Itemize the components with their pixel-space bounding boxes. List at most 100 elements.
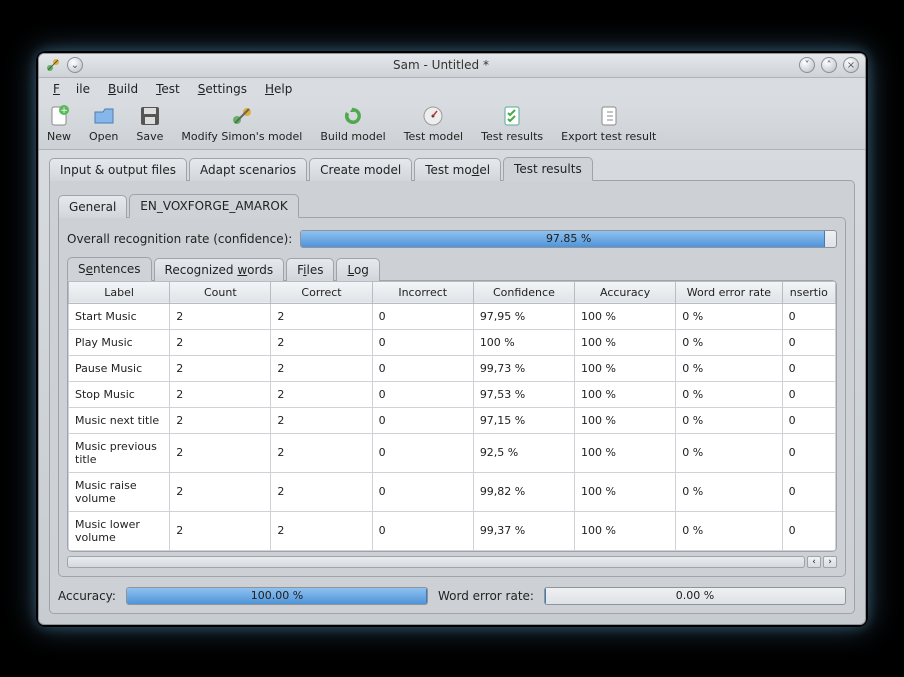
- tab-general[interactable]: General: [58, 195, 127, 218]
- cell-accuracy: 100 %: [575, 381, 676, 407]
- cell-correct: 2: [271, 472, 372, 511]
- col-label[interactable]: Label: [69, 281, 170, 303]
- voxforge-pane: Overall recognition rate (confidence): 9…: [58, 217, 846, 577]
- scroll-left[interactable]: ‹: [807, 556, 821, 568]
- titlebar: ⌄ Sam - Untitled * ˅ ˄ ×: [39, 54, 865, 78]
- tab-test-model[interactable]: Test model: [414, 158, 501, 181]
- cell-confidence: 100 %: [473, 329, 574, 355]
- tab-recognized-words[interactable]: Recognized words: [154, 258, 285, 281]
- col-count[interactable]: Count: [170, 281, 271, 303]
- cell-ins: 0: [782, 303, 835, 329]
- tab-sentences[interactable]: Sentences: [67, 257, 152, 281]
- cell-incorrect: 0: [372, 472, 473, 511]
- cell-wer: 0 %: [676, 407, 782, 433]
- results-pane: General EN_VOXFORGE_AMAROK Overall recog…: [49, 180, 855, 614]
- table-hscroll[interactable]: ‹ ›: [67, 556, 837, 568]
- menu-settings[interactable]: Settings: [190, 80, 255, 98]
- menu-help[interactable]: Help: [257, 80, 300, 98]
- tab-voxforge[interactable]: EN_VOXFORGE_AMAROK: [129, 194, 298, 218]
- cell-confidence: 99,82 %: [473, 472, 574, 511]
- col-wer[interactable]: Word error rate: [676, 281, 782, 303]
- wer-label: Word error rate:: [438, 589, 534, 603]
- open-button[interactable]: Open: [89, 104, 118, 143]
- scroll-right[interactable]: ›: [823, 556, 837, 568]
- build-icon: [341, 104, 365, 128]
- tab-create[interactable]: Create model: [309, 158, 412, 181]
- menu-build[interactable]: Build: [100, 80, 146, 98]
- cell-accuracy: 100 %: [575, 329, 676, 355]
- window-menu-button[interactable]: ⌄: [67, 57, 83, 73]
- cell-confidence: 97,53 %: [473, 381, 574, 407]
- table-row[interactable]: Music lower volume22099,37 %100 %0 %0: [69, 511, 836, 550]
- cell-wer: 0 %: [676, 329, 782, 355]
- test-model-button[interactable]: Test model: [404, 104, 463, 143]
- table-header-row: Label Count Correct Incorrect Confidence…: [69, 281, 836, 303]
- cell-correct: 2: [271, 511, 372, 550]
- export-result-button[interactable]: Export test result: [561, 104, 656, 143]
- cell-incorrect: 0: [372, 433, 473, 472]
- cell-accuracy: 100 %: [575, 433, 676, 472]
- tab-files[interactable]: Files: [286, 258, 334, 281]
- minimize-button[interactable]: ˅: [799, 57, 815, 73]
- cell-count: 2: [170, 511, 271, 550]
- tab-adapt[interactable]: Adapt scenarios: [189, 158, 307, 181]
- tab-log[interactable]: Log: [336, 258, 379, 281]
- cell-accuracy: 100 %: [575, 355, 676, 381]
- menu-test[interactable]: Test: [148, 80, 188, 98]
- cell-confidence: 99,73 %: [473, 355, 574, 381]
- tab-test-results[interactable]: Test results: [503, 157, 593, 181]
- cell-ins: 0: [782, 472, 835, 511]
- col-accuracy[interactable]: Accuracy: [575, 281, 676, 303]
- cell-accuracy: 100 %: [575, 511, 676, 550]
- cell-ins: 0: [782, 355, 835, 381]
- cell-incorrect: 0: [372, 329, 473, 355]
- cell-label: Start Music: [69, 303, 170, 329]
- table-row[interactable]: Pause Music22099,73 %100 %0 %0: [69, 355, 836, 381]
- results-table: Label Count Correct Incorrect Confidence…: [67, 280, 837, 552]
- cell-incorrect: 0: [372, 407, 473, 433]
- menubar: File Build Test Settings Help: [39, 78, 865, 100]
- cell-count: 2: [170, 329, 271, 355]
- cell-incorrect: 0: [372, 303, 473, 329]
- cell-label: Music next title: [69, 407, 170, 433]
- table-row[interactable]: Music previous title22092,5 %100 %0 %0: [69, 433, 836, 472]
- accuracy-bar: 100.00 %: [126, 587, 428, 605]
- main-tabs: Input & output files Adapt scenarios Cre…: [49, 156, 855, 180]
- test-results-button[interactable]: Test results: [481, 104, 543, 143]
- cell-accuracy: 100 %: [575, 472, 676, 511]
- cell-label: Music previous title: [69, 433, 170, 472]
- cell-accuracy: 100 %: [575, 303, 676, 329]
- col-incorrect[interactable]: Incorrect: [372, 281, 473, 303]
- cell-ins: 0: [782, 433, 835, 472]
- table-row[interactable]: Music next title22097,15 %100 %0 %0: [69, 407, 836, 433]
- table-row[interactable]: Play Music220100 %100 %0 %0: [69, 329, 836, 355]
- cell-incorrect: 0: [372, 381, 473, 407]
- app-icon: [45, 57, 61, 73]
- col-insertions[interactable]: nsertio: [782, 281, 835, 303]
- save-icon: [138, 104, 162, 128]
- cell-wer: 0 %: [676, 355, 782, 381]
- cell-count: 2: [170, 472, 271, 511]
- menu-file[interactable]: File: [45, 80, 98, 98]
- tab-io[interactable]: Input & output files: [49, 158, 187, 181]
- new-button[interactable]: + New: [47, 104, 71, 143]
- maximize-button[interactable]: ˄: [821, 57, 837, 73]
- table-row[interactable]: Start Music22097,95 %100 %0 %0: [69, 303, 836, 329]
- col-confidence[interactable]: Confidence: [473, 281, 574, 303]
- cell-correct: 2: [271, 329, 372, 355]
- window-title: Sam - Untitled *: [83, 58, 799, 72]
- cell-confidence: 97,15 %: [473, 407, 574, 433]
- app-window: ⌄ Sam - Untitled * ˅ ˄ × File Build Test…: [38, 53, 866, 625]
- cell-wer: 0 %: [676, 381, 782, 407]
- table-row[interactable]: Music raise volume22099,82 %100 %0 %0: [69, 472, 836, 511]
- col-correct[interactable]: Correct: [271, 281, 372, 303]
- modify-model-button[interactable]: Modify Simon's model: [181, 104, 302, 143]
- close-button[interactable]: ×: [843, 57, 859, 73]
- scroll-track[interactable]: [67, 556, 805, 568]
- cell-ins: 0: [782, 407, 835, 433]
- save-button[interactable]: Save: [136, 104, 163, 143]
- build-model-button[interactable]: Build model: [320, 104, 385, 143]
- table-row[interactable]: Stop Music22097,53 %100 %0 %0: [69, 381, 836, 407]
- overall-rate-bar: 97.85 %: [300, 230, 837, 248]
- cell-ins: 0: [782, 511, 835, 550]
